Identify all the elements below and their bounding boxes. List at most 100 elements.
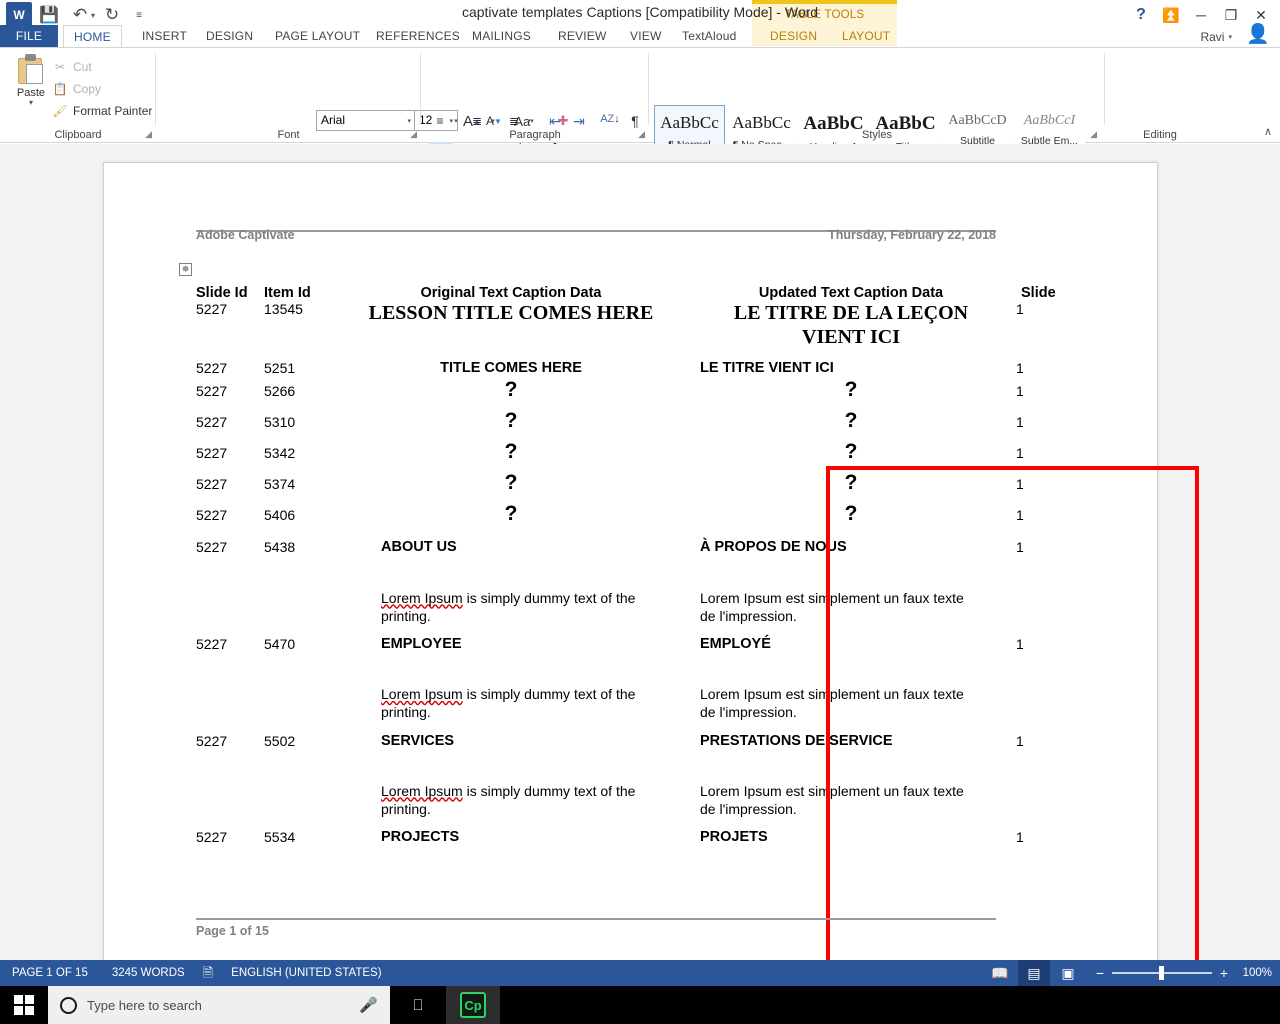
collapse-ribbon-icon[interactable]: ∧ — [1264, 125, 1272, 138]
microphone-icon[interactable]: 🎤 — [359, 996, 378, 1014]
taskbar-app-adobe-captivate[interactable]: Cp — [446, 986, 500, 1024]
tab-review[interactable]: REVIEW — [548, 25, 617, 47]
tab-references[interactable]: REFERENCES — [366, 25, 470, 47]
cell-slide-id: 5227 — [196, 382, 228, 399]
sort-icon[interactable]: A Z ↓ — [599, 108, 621, 130]
copy-button[interactable]: 📋 Copy — [52, 80, 102, 98]
document-page[interactable]: Adobe Captivate Thursday, February 22, 2… — [103, 162, 1199, 960]
table-row[interactable]: Lorem Ipsum is simply dummy text of the … — [196, 749, 1101, 818]
cell-item-id: 13545 — [264, 301, 303, 317]
start-button[interactable] — [0, 986, 48, 1024]
clipboard-group-label: Clipboard — [54, 129, 102, 141]
cell-original: Lorem Ipsum is simply dummy text of the … — [336, 555, 686, 625]
language-indicator[interactable]: ENGLISH (UNITED STATES) — [219, 960, 393, 986]
page-indicator[interactable]: PAGE 1 OF 15 — [0, 960, 100, 986]
table-row[interactable]: 5227 5406 ? ? 1 — [196, 495, 1101, 526]
cell-item-id: 5534 — [264, 828, 296, 845]
cell-item-id — [264, 652, 336, 721]
document-footer: Page 1 of 15 — [196, 918, 996, 938]
col-header-original: Original Text Caption Data — [420, 285, 602, 301]
table-header-row: Slide Id Item Id Original Text Caption D… — [196, 285, 1101, 301]
table-row[interactable]: 5227 5438 ABOUT US À PROPOS DE NOUS 1 — [196, 526, 1101, 555]
cell-slide-id: 5227 — [196, 732, 228, 749]
document-canvas[interactable]: Adobe Captivate Thursday, February 22, 2… — [0, 144, 1280, 960]
font-name-input[interactable]: Arial ▾ — [316, 110, 416, 131]
font-name-value: Arial — [321, 113, 346, 127]
zoom-slider-thumb[interactable] — [1159, 966, 1164, 980]
tab-table-design[interactable]: DESIGN — [760, 25, 827, 47]
clipboard-dialog-launcher[interactable]: ◢ — [145, 129, 152, 140]
table-row[interactable]: 5227 13545 LESSON TITLE COMES HERE LE TI… — [196, 301, 1101, 350]
tab-home[interactable]: HOME — [63, 25, 122, 48]
header-left-text: Adobe Captivate — [196, 228, 295, 242]
font-dialog-launcher[interactable]: ◢ — [410, 129, 417, 140]
tab-page-layout[interactable]: PAGE LAYOUT — [265, 25, 370, 47]
paintbrush-icon: 🖌 — [52, 104, 68, 118]
tab-file[interactable]: FILE — [0, 25, 58, 47]
cell-item-id: 5502 — [264, 732, 296, 749]
read-mode-icon[interactable]: 📖 — [984, 960, 1016, 986]
cell-original: ? — [504, 439, 518, 463]
cell-original: ? — [504, 408, 518, 432]
taskbar-search[interactable]: Type here to search 🎤 — [48, 986, 390, 1024]
table-row[interactable]: 5227 5342 ? ? 1 — [196, 433, 1101, 464]
tab-view[interactable]: VIEW — [620, 25, 671, 47]
captions-table[interactable]: Slide Id Item Id Original Text Caption D… — [196, 285, 1101, 845]
cell-original: TITLE COMES HERE — [440, 359, 582, 376]
zoom-in-icon[interactable]: + — [1218, 965, 1230, 981]
table-row[interactable]: 5227 5251 TITLE COMES HERE LE TITRE VIEN… — [196, 350, 1101, 376]
print-layout-icon[interactable]: ▤ — [1018, 960, 1050, 986]
zoom-slider[interactable] — [1112, 966, 1212, 980]
copy-icon: 📋 — [52, 82, 68, 96]
editing-group-label: Editing — [1143, 129, 1177, 141]
tab-textaloud[interactable]: TextAloud — [672, 25, 747, 47]
paste-dropdown-icon[interactable]: ▾ — [8, 98, 54, 107]
cell-item-id — [264, 749, 336, 818]
cell-item-id: 5374 — [264, 475, 296, 492]
search-placeholder: Type here to search — [87, 997, 202, 1013]
cut-button[interactable]: ✂ Cut — [52, 58, 92, 76]
tab-mailings[interactable]: MAILINGS — [462, 25, 541, 47]
cell-updated: EMPLOYÉ — [700, 636, 771, 653]
zoom-level[interactable]: 100% — [1236, 967, 1272, 979]
zoom-control[interactable]: − + 100% — [1086, 965, 1272, 981]
cell-slide: 1 — [1016, 444, 1024, 461]
cell-slide: 1 — [1016, 506, 1024, 523]
font-name-dropdown-icon[interactable]: ▾ — [407, 117, 411, 125]
word-count[interactable]: 3245 WORDS — [100, 960, 197, 986]
zoom-out-icon[interactable]: − — [1094, 965, 1106, 981]
cell-updated: ? — [844, 470, 858, 494]
cell-slide: 1 — [1016, 301, 1024, 317]
cell-updated: LE TITRE DE LA LEÇON VIENT ICI — [733, 302, 969, 349]
cell-slide: 1 — [1016, 475, 1024, 492]
table-row[interactable]: 5227 5374 ? ? 1 — [196, 464, 1101, 495]
cell-updated: ? — [844, 439, 858, 463]
web-layout-icon[interactable]: ▣ — [1052, 960, 1084, 986]
cell-slide: 1 — [1016, 828, 1024, 845]
table-row[interactable]: 5227 5310 ? ? 1 — [196, 402, 1101, 433]
tab-table-layout[interactable]: LAYOUT — [832, 25, 900, 47]
table-row[interactable]: Lorem Ipsum is simply dummy text of the … — [196, 555, 1101, 625]
styles-dialog-launcher[interactable]: ◢ — [1090, 129, 1097, 140]
tab-insert[interactable]: INSERT — [132, 25, 197, 47]
task-view-icon[interactable]: ⎕ — [392, 986, 444, 1024]
paste-icon — [15, 54, 47, 86]
cell-item-id: 5470 — [264, 636, 296, 653]
title-bar: TABLE TOOLS W 💾 ↶ ▾ ↻ ≡ captivate templa… — [0, 0, 1280, 48]
tab-design[interactable]: DESIGN — [196, 25, 263, 47]
paragraph-dialog-launcher[interactable]: ◢ — [638, 129, 645, 140]
format-painter-button[interactable]: 🖌 Format Painter — [52, 102, 152, 120]
cell-original: LESSON TITLE COMES HERE — [368, 302, 654, 324]
cell-original: Lorem Ipsum is simply dummy text of the … — [336, 652, 686, 721]
proofing-errors-icon[interactable]: 🗎 — [197, 960, 219, 986]
cell-item-id — [264, 555, 336, 625]
style-preview: AaBbCcI — [1023, 113, 1076, 128]
table-row[interactable]: 5227 5534 PROJECTS PROJETS 1 — [196, 818, 1101, 845]
table-row[interactable]: 5227 5502 SERVICES PRESTATIONS DE SERVIC… — [196, 722, 1101, 749]
table-move-handle-icon[interactable]: ✵ — [179, 263, 192, 276]
table-row[interactable]: Lorem Ipsum is simply dummy text of the … — [196, 652, 1101, 721]
table-row[interactable]: 5227 5470 EMPLOYEE EMPLOYÉ 1 — [196, 625, 1101, 652]
cell-updated: À PROPOS DE NOUS — [700, 538, 847, 555]
table-row[interactable]: 5227 5266 ? ? 1 — [196, 376, 1101, 402]
paste-button[interactable]: Paste ▾ — [8, 54, 54, 107]
